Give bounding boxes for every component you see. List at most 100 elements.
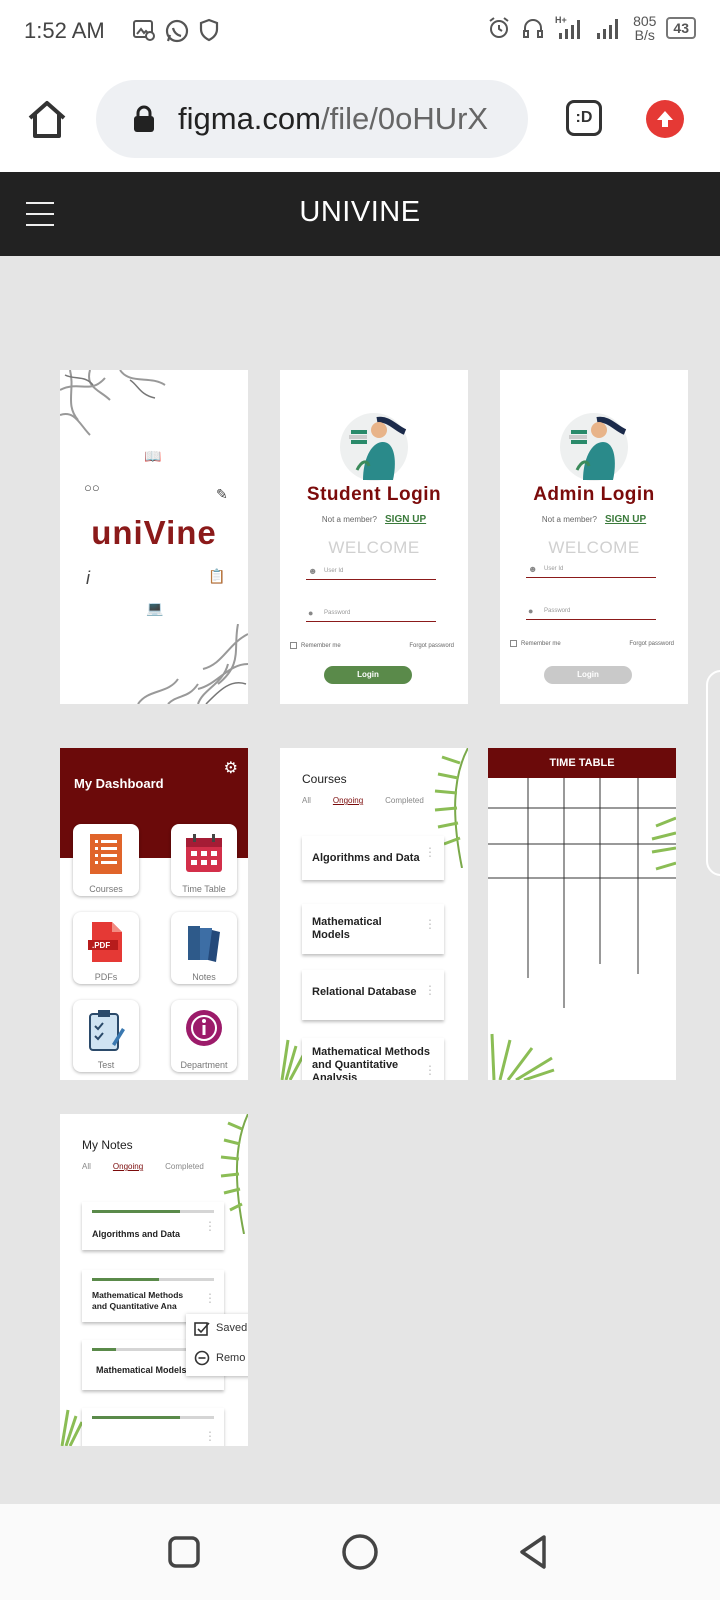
progress-fill	[92, 1348, 117, 1351]
dashboard-title: My Dashboard	[74, 776, 164, 791]
tile-pdfs[interactable]: .PDF PDFs	[73, 912, 139, 984]
file-title: UNIVINE	[299, 196, 421, 228]
url-field[interactable]: figma.com/file/0oHUrX	[96, 80, 528, 158]
more-vert-icon[interactable]: ⋮	[424, 918, 436, 930]
headset-icon	[523, 19, 544, 38]
user-id-field[interactable]: ☻ User Id	[306, 564, 436, 580]
back-icon[interactable]	[514, 1532, 554, 1572]
course-label: Relational Database	[312, 986, 417, 998]
pdf-icon: .PDF	[88, 922, 122, 962]
tab-completed[interactable]: Completed	[165, 1162, 204, 1171]
course-card[interactable]: Algorithms and Data ⋮	[302, 836, 444, 880]
tab-completed[interactable]: Completed	[385, 796, 424, 805]
signup-link[interactable]: SIGN UP	[605, 514, 646, 525]
notification-icons	[132, 18, 220, 44]
password-field[interactable]: ● Password	[306, 606, 436, 622]
admin-avatar-icon	[560, 413, 628, 481]
login-options: Remember me Forgot password	[510, 640, 674, 647]
not-member-text: Not a member?	[321, 515, 377, 524]
course-label: Algorithms and Data	[312, 852, 420, 864]
url-domain: figma.com	[178, 101, 321, 136]
notes-tabs: All Ongoing Completed	[82, 1162, 204, 1171]
tab-ongoing[interactable]: Ongoing	[333, 796, 363, 805]
status-bar: 1:52 AM H+ 805 B/s 43	[0, 0, 720, 64]
shield-icon	[199, 18, 219, 42]
course-card[interactable]: Mathematical Methods and Quantitative An…	[302, 1038, 444, 1080]
figma-canvas[interactable]: 📖 ○○ ✎ uniVine i 📋 💻 Student Login Not a…	[0, 256, 720, 1504]
menu-item-remove[interactable]: Remo	[194, 1350, 245, 1366]
tile-test[interactable]: Test	[73, 1000, 139, 1072]
forgot-password-link[interactable]: Forgot password	[629, 641, 674, 647]
frame-dashboard[interactable]: My Dashboard ⚙ Courses Time Table .PDF P…	[60, 748, 248, 1080]
frame-student-login[interactable]: Student Login Not a member? SIGN UP WELCO…	[280, 370, 468, 704]
frame-timetable[interactable]: TIME TABLE	[488, 748, 676, 1080]
laptop-icon: 💻	[146, 600, 164, 616]
progress-fill	[92, 1210, 180, 1213]
course-card[interactable]: Relational Database ⋮	[302, 970, 444, 1020]
tile-courses[interactable]: Courses	[73, 824, 139, 896]
user-icon: ☻	[528, 564, 538, 574]
note-card[interactable]: ⋮	[82, 1408, 224, 1446]
student-avatar-icon	[340, 413, 408, 481]
upload-button[interactable]	[646, 100, 684, 138]
password-placeholder: Password	[324, 610, 351, 616]
note-card[interactable]: Algorithms and Data ⋮	[82, 1202, 224, 1250]
gear-icon[interactable]: ⚙	[224, 758, 238, 778]
menu-item-saved[interactable]: Saved	[194, 1320, 247, 1336]
more-vert-icon[interactable]: ⋮	[204, 1430, 216, 1442]
signal-icon-2	[597, 19, 619, 39]
more-vert-icon[interactable]: ⋮	[204, 1292, 216, 1304]
course-card[interactable]: Mathematical Models ⋮	[302, 904, 444, 954]
more-vert-icon[interactable]: ⋮	[424, 984, 436, 996]
tab-ongoing[interactable]: Ongoing	[113, 1162, 143, 1171]
frame-courses[interactable]: Courses All Ongoing Completed Algorithms…	[280, 748, 468, 1080]
course-label: Mathematical Methods and Quantitative An…	[312, 1046, 430, 1080]
home-icon[interactable]	[26, 98, 68, 140]
net-speed: 805 B/s	[633, 14, 656, 42]
frame-admin-login[interactable]: Admin Login Not a member? SIGN UP WELCOME…	[500, 370, 688, 704]
svg-text:.PDF: .PDF	[92, 941, 110, 950]
welcome-text: WELCOME	[328, 538, 420, 557]
note-label: Mathematical Models	[96, 1365, 187, 1375]
test-clipboard-icon	[89, 1010, 125, 1051]
frame-splash[interactable]: 📖 ○○ ✎ uniVine i 📋 💻	[60, 370, 248, 704]
more-vert-icon[interactable]: ⋮	[424, 1064, 436, 1076]
password-field[interactable]: ● Password	[526, 604, 656, 620]
more-vert-icon[interactable]: ⋮	[424, 846, 436, 858]
recents-icon[interactable]	[164, 1532, 204, 1572]
canvas-scroll-handle[interactable]	[706, 670, 720, 876]
user-id-placeholder: User Id	[544, 566, 564, 572]
password-placeholder: Password	[544, 608, 571, 614]
leaf-decoration-icon	[60, 1409, 84, 1446]
tab-all[interactable]: All	[82, 1162, 91, 1171]
home-nav-icon[interactable]	[340, 1532, 380, 1572]
battery-indicator: 43	[666, 17, 696, 39]
tile-notes[interactable]: Notes	[171, 912, 237, 984]
tile-label: Notes	[192, 972, 216, 982]
clipboard-icon: 📋	[208, 568, 226, 584]
courses-title: Courses	[302, 772, 347, 786]
progress-fill	[92, 1278, 160, 1281]
lock-icon: ●	[308, 608, 314, 618]
pencil-icon: ✎	[216, 486, 228, 502]
tile-time-table[interactable]: Time Table	[171, 824, 237, 896]
forgot-password-link[interactable]: Forgot password	[409, 643, 454, 649]
user-id-field[interactable]: ☻ User Id	[526, 562, 656, 578]
tab-all[interactable]: All	[302, 796, 311, 805]
browser-toolbar: figma.com/file/0oHUrX :D	[0, 64, 720, 172]
login-button[interactable]: Login	[324, 666, 412, 684]
more-vert-icon[interactable]: ⋮	[204, 1220, 216, 1232]
signup-link[interactable]: SIGN UP	[385, 514, 426, 525]
tile-department[interactable]: Department	[171, 1000, 237, 1072]
remember-me-checkbox[interactable]: Remember me	[290, 642, 341, 649]
login-options: Remember me Forgot password	[290, 642, 454, 649]
user-id-placeholder: User Id	[324, 568, 344, 574]
url-text: figma.com/file/0oHUrX	[178, 101, 488, 137]
remember-me-checkbox[interactable]: Remember me	[510, 640, 561, 647]
note-progress	[92, 1210, 214, 1213]
tab-switcher-button[interactable]: :D	[566, 100, 602, 136]
info-circle-icon	[186, 1010, 222, 1046]
login-button[interactable]: Login	[544, 666, 632, 684]
frame-notes[interactable]: My Notes All Ongoing Completed Algorithm…	[60, 1114, 248, 1446]
lock-icon	[134, 105, 154, 132]
